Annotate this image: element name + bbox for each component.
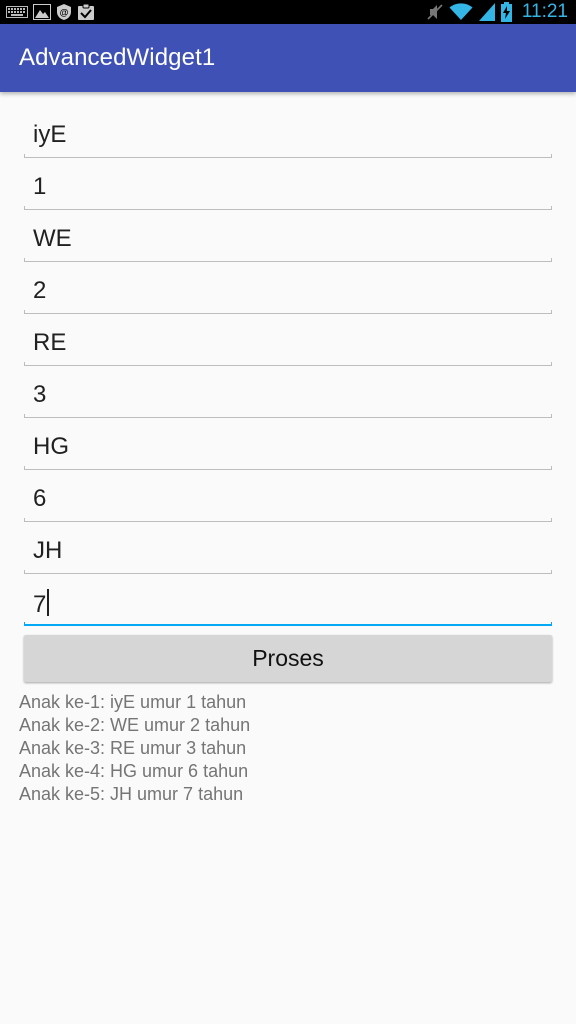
field-value: JH [33,537,63,564]
field-value: WE [33,225,72,252]
field-value: 6 [33,485,47,512]
age-field-3[interactable]: 3 [24,366,552,418]
result-item: Anak ke-4: HG umur 6 tahun [19,761,249,781]
image-icon [33,4,51,20]
shield-icon: @ [57,4,71,20]
name-field-4[interactable]: HG [24,418,552,470]
field-value-focused: 7 [33,589,50,619]
age-field-1[interactable]: 1 [24,158,552,210]
app-bar: AdvancedWidget1 [0,24,576,92]
text-cursor [47,589,50,616]
result-list: Anak ke-1: iyE umur 1 tahun Anak ke-2: W… [19,691,250,806]
name-field-1[interactable]: iyE [24,106,552,158]
field-value: iyE [33,121,67,148]
clipboard-check-icon [78,3,94,20]
field-value: 3 [33,381,47,408]
system-icons: 11:21 [427,2,568,22]
app-title: AdvancedWidget1 [19,44,216,71]
battery-charging-icon [500,2,512,22]
field-value: 1 [33,173,47,200]
keyboard-icon [6,6,28,18]
name-field-3[interactable]: RE [24,314,552,366]
status-bar: @ 11:21 [0,0,576,24]
mute-icon [427,4,443,20]
field-value: HG [33,433,69,460]
field-value: 7 [33,591,47,618]
age-field-5[interactable]: 7 [24,574,552,626]
proses-button[interactable]: Proses [24,635,552,682]
result-item: Anak ke-3: RE umur 3 tahun [19,738,247,758]
age-field-4[interactable]: 6 [24,470,552,522]
field-value: 2 [33,277,47,304]
result-item: Anak ke-1: iyE umur 1 tahun [19,692,247,712]
wifi-icon [449,3,473,20]
field-underline-focused [24,622,552,626]
field-value: RE [33,329,67,356]
name-field-5[interactable]: JH [24,522,552,574]
notification-icons: @ [6,3,95,21]
svg-text:@: @ [60,8,69,18]
clock: 11:21 [521,1,568,22]
signal-icon [478,3,495,21]
result-item: Anak ke-5: JH umur 7 tahun [19,784,244,804]
result-item: Anak ke-2: WE umur 2 tahun [19,715,251,735]
age-field-2[interactable]: 2 [24,262,552,314]
name-field-2[interactable]: WE [24,210,552,262]
